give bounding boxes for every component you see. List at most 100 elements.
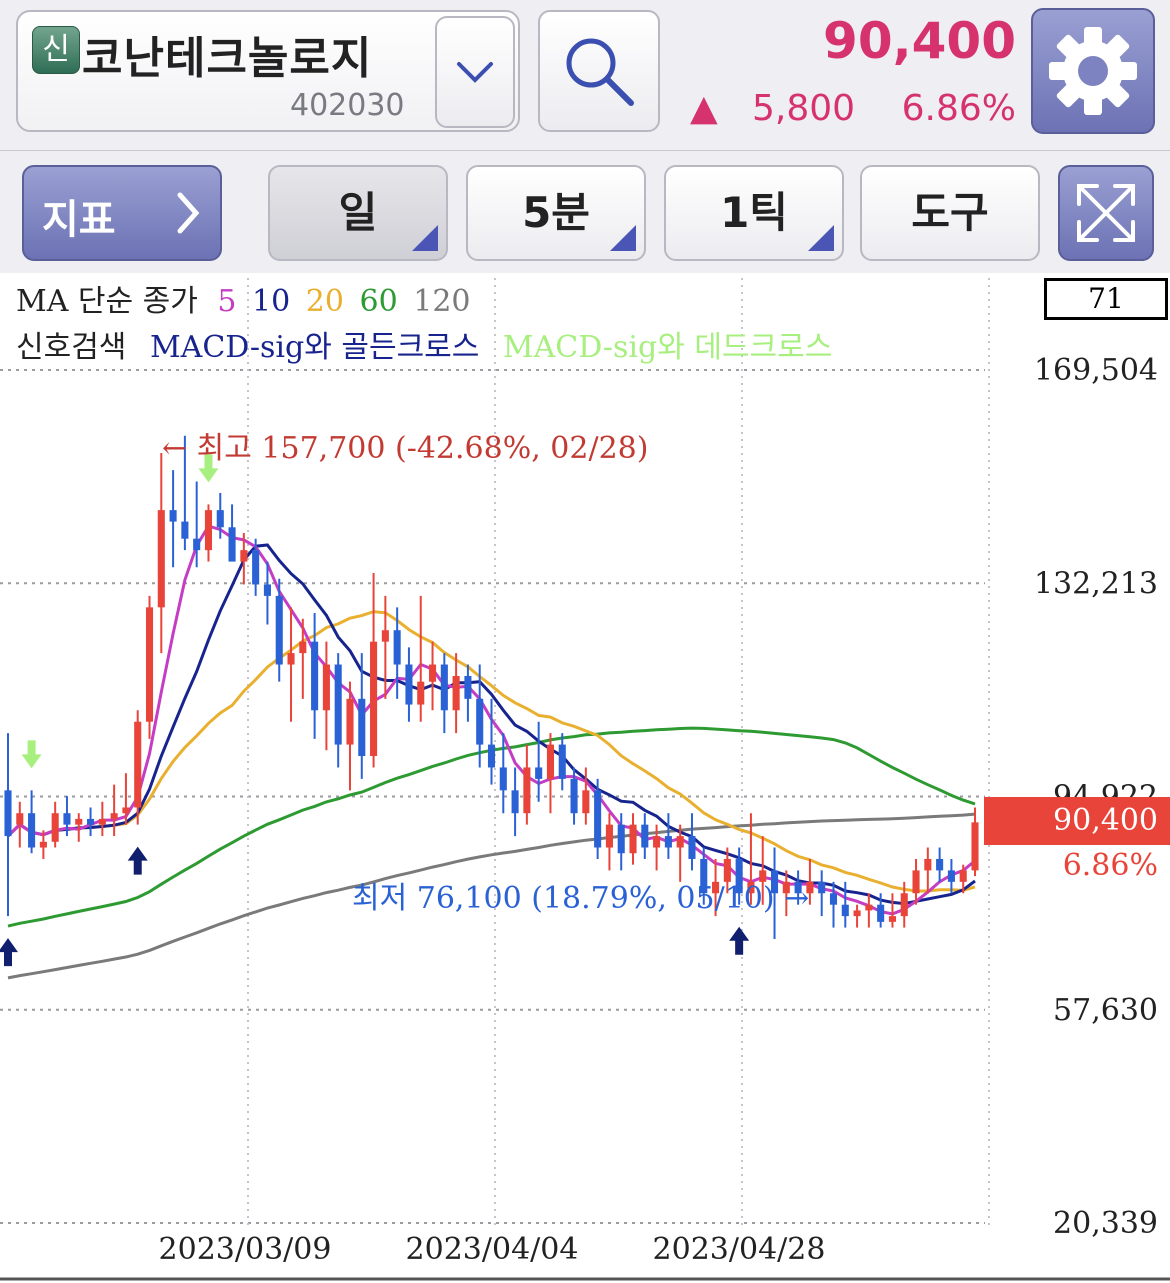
candle-body [535, 767, 543, 779]
candle-body [924, 858, 932, 871]
candle-body [169, 510, 177, 522]
ma5-label: 5 [217, 284, 237, 319]
candle-body [157, 510, 165, 608]
candle-body [51, 813, 59, 842]
y-tick-label: 132,213 [1034, 566, 1158, 601]
candle-body [299, 641, 307, 654]
candle-body [358, 698, 366, 757]
candle-body [87, 818, 95, 825]
candle-body [16, 813, 24, 825]
candle-body [912, 870, 920, 894]
candle-body [428, 664, 437, 682]
candle-body [641, 824, 649, 848]
candle-body [98, 818, 106, 825]
candle-body [653, 836, 661, 848]
candle-body [841, 904, 849, 917]
candle-body [405, 664, 413, 705]
ma10-label: 10 [252, 284, 291, 319]
high-annotation: ← 최고 157,700 (-42.68%, 02/28) [162, 431, 648, 466]
candle-body [39, 841, 47, 848]
candle-body [287, 653, 295, 665]
candle-body [452, 675, 460, 711]
candle-body [546, 744, 555, 779]
candle-body [582, 790, 590, 814]
candle-body [664, 836, 672, 848]
x-tick-label: 2023/04/04 [406, 1232, 579, 1267]
candle-body [440, 664, 448, 711]
candle-body [829, 893, 838, 905]
candle-body [370, 641, 378, 757]
candle-body [145, 607, 154, 722]
ma60-label: 60 [359, 284, 398, 319]
x-tick-label: 2023/03/09 [159, 1232, 332, 1267]
ma20-label: 20 [305, 284, 344, 319]
candle-body [75, 818, 83, 825]
candle-body [511, 790, 519, 814]
golden-cross-label: MACD-sig와 골든크로스 [149, 330, 480, 365]
candle-body [723, 858, 731, 882]
candle-body [417, 681, 425, 705]
candle-body [818, 881, 826, 894]
candle-body [594, 790, 602, 848]
candle-body [688, 836, 696, 859]
candle-body [877, 904, 885, 922]
axis-value-box: 71 [1044, 278, 1168, 320]
candle-body [888, 916, 896, 922]
last-change-label: 6.86% [1062, 848, 1158, 883]
candle-body [252, 550, 260, 585]
candle-body [676, 836, 684, 848]
candle-body [381, 630, 389, 642]
candle-body [617, 824, 625, 854]
dead-cross-arrow-icon [21, 740, 42, 769]
dead-cross-label: MACD-sig와 데드크로스 [502, 330, 833, 365]
candle-body [4, 790, 12, 837]
candle-body [499, 767, 507, 791]
candle-body [476, 698, 484, 745]
candle-body [971, 822, 979, 871]
signal-legend-prefix: 신호검색 [16, 330, 127, 365]
candle-body [853, 910, 861, 917]
ma-legend: MA 단순 종가 5 10 20 60 120 [16, 276, 481, 320]
candle-body [110, 813, 118, 819]
y-tick-label: 20,339 [1053, 1206, 1158, 1241]
y-tick-label: 57,630 [1053, 993, 1158, 1028]
candle-body [900, 893, 908, 917]
candle-body [204, 510, 213, 551]
candle-body [240, 550, 248, 562]
candle-body [464, 675, 472, 699]
candle-body [346, 698, 354, 745]
golden-cross-arrow-icon [0, 938, 18, 967]
golden-cross-arrow-icon [729, 926, 750, 955]
ma-legend-prefix: MA 단순 종가 [16, 284, 198, 319]
candle-body [393, 630, 401, 665]
candle-body [605, 824, 613, 848]
candle-body [122, 807, 130, 814]
candle-body [181, 521, 189, 539]
candle-body [936, 858, 944, 871]
candle-body [334, 664, 342, 745]
candle-body [228, 527, 236, 562]
candle-body [487, 744, 496, 768]
candle-body [216, 510, 224, 528]
ma120-label: 120 [413, 284, 471, 319]
candle-body [263, 584, 271, 596]
candle-body [311, 641, 319, 711]
candle-body [134, 721, 142, 808]
candle-body [523, 767, 531, 814]
candle-body [959, 870, 967, 882]
candle-body [322, 664, 330, 711]
candle-body [28, 813, 36, 848]
candle-body [570, 778, 578, 814]
candle-body [275, 595, 283, 665]
price-chart[interactable]: 169,504132,21394,92257,63020,3392023/03/… [0, 0, 1170, 1283]
x-tick-label: 2023/04/28 [653, 1232, 826, 1267]
candle-body [865, 904, 873, 911]
candle-body [629, 824, 637, 854]
y-tick-label: 169,504 [1034, 353, 1158, 388]
last-price-tag: 90,400 [984, 797, 1170, 845]
candle-body [558, 744, 566, 779]
candle-body [193, 538, 201, 551]
candle-body [947, 870, 955, 882]
golden-cross-arrow-icon [127, 846, 148, 875]
candle-body [63, 813, 71, 825]
